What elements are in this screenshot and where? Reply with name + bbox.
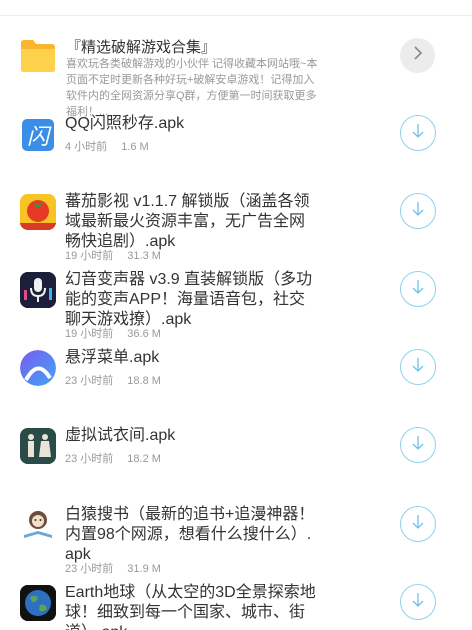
file-size: 18.2 M [127, 453, 161, 465]
folder-icon [19, 40, 56, 72]
list-item[interactable]: Earth地球（从太空的3D全景探索地球！细致到每一个国家、城市、街道）.apk [0, 583, 472, 630]
file-time: 19 小时前 [65, 250, 114, 262]
svg-text:闪: 闪 [27, 125, 52, 150]
file-meta: 19 小时前 36.6 M [65, 325, 161, 341]
file-meta: 23 小时前 18.2 M [65, 450, 161, 466]
file-size: 31.9 M [127, 563, 161, 575]
file-name[interactable]: 白猿搜书（最新的追书+追漫神器！内置98个网源，想看什么搜什么）.apk [65, 505, 317, 565]
game-collection-folder[interactable]: 『精选破解游戏合集』 喜欢玩各类破解游戏的小伙伴 记得收藏本网站哦~本页面不定时… [0, 28, 472, 120]
download-icon [411, 514, 425, 535]
list-item[interactable]: 闪 QQ闪照秒存.apk 4 小时前 1.6 M [0, 114, 472, 192]
file-name[interactable]: 悬浮菜单.apk [65, 348, 317, 368]
list-item[interactable]: 白猿搜书（最新的追书+追漫神器！内置98个网源，想看什么搜什么）.apk 23 … [0, 505, 472, 583]
file-meta: 23 小时前 31.9 M [65, 560, 161, 576]
file-time: 23 小时前 [65, 563, 114, 575]
file-time: 19 小时前 [65, 328, 114, 340]
download-button[interactable] [400, 115, 436, 151]
floating-menu-app-icon [20, 350, 56, 386]
file-name[interactable]: 幻音变声器 v3.9 直装解锁版（多功能的变声APP！海量语音包，社交聊天游戏撩… [65, 270, 317, 330]
folder-description: 喜欢玩各类破解游戏的小伙伴 记得收藏本网站哦~本页面不定时更新各种好玩+破解安卓… [66, 58, 318, 118]
file-name[interactable]: 虚拟试衣间.apk [65, 426, 317, 446]
earth-app-icon [20, 585, 56, 621]
list-item[interactable]: 悬浮菜单.apk 23 小时前 18.8 M [0, 348, 472, 426]
file-meta: 19 小时前 31.3 M [65, 247, 161, 263]
download-icon [411, 279, 425, 300]
download-icon [411, 201, 425, 222]
file-meta: 4 小时前 1.6 M [65, 138, 149, 154]
download-button[interactable] [400, 193, 436, 229]
download-button[interactable] [400, 506, 436, 542]
list-item[interactable]: 虚拟试衣间.apk 23 小时前 18.2 M [0, 426, 472, 504]
list-item[interactable]: 蕃茄影视 v1.1.7 解锁版（涵盖各领域最新最火资源丰富，无广告全网畅快追剧）… [0, 192, 472, 270]
file-size: 18.8 M [127, 375, 161, 387]
download-icon [411, 435, 425, 456]
mic-app-icon [20, 272, 56, 308]
download-button[interactable] [400, 271, 436, 307]
chevron-right-icon [413, 46, 423, 65]
download-button[interactable] [400, 427, 436, 463]
download-icon [411, 357, 425, 378]
file-time: 23 小时前 [65, 375, 114, 387]
file-name[interactable]: 蕃茄影视 v1.1.7 解锁版（涵盖各领域最新最火资源丰富，无广告全网畅快追剧）… [65, 192, 317, 252]
file-size: 1.6 M [121, 141, 149, 153]
download-button[interactable] [400, 349, 436, 385]
list-item[interactable]: 幻音变声器 v3.9 直装解锁版（多功能的变声APP！海量语音包，社交聊天游戏撩… [0, 270, 472, 348]
file-time: 23 小时前 [65, 453, 114, 465]
file-size: 36.6 M [127, 328, 161, 340]
fitting-room-app-icon [20, 428, 56, 464]
open-folder-button[interactable] [400, 38, 435, 73]
file-size: 31.3 M [127, 250, 161, 262]
download-icon [411, 592, 425, 613]
flash-app-icon: 闪 [20, 117, 56, 153]
download-button[interactable] [400, 584, 436, 620]
file-time: 4 小时前 [65, 141, 108, 153]
ape-book-app-icon [20, 507, 56, 543]
top-divider [0, 15, 472, 16]
file-name[interactable]: QQ闪照秒存.apk [65, 114, 317, 134]
folder-title: 『精选破解游戏合集』 [66, 39, 217, 56]
download-icon [411, 123, 425, 144]
file-meta: 23 小时前 18.8 M [65, 372, 161, 388]
file-name[interactable]: Earth地球（从太空的3D全景探索地球！细致到每一个国家、城市、街道）.apk [65, 583, 317, 630]
tomato-app-icon [20, 194, 56, 230]
